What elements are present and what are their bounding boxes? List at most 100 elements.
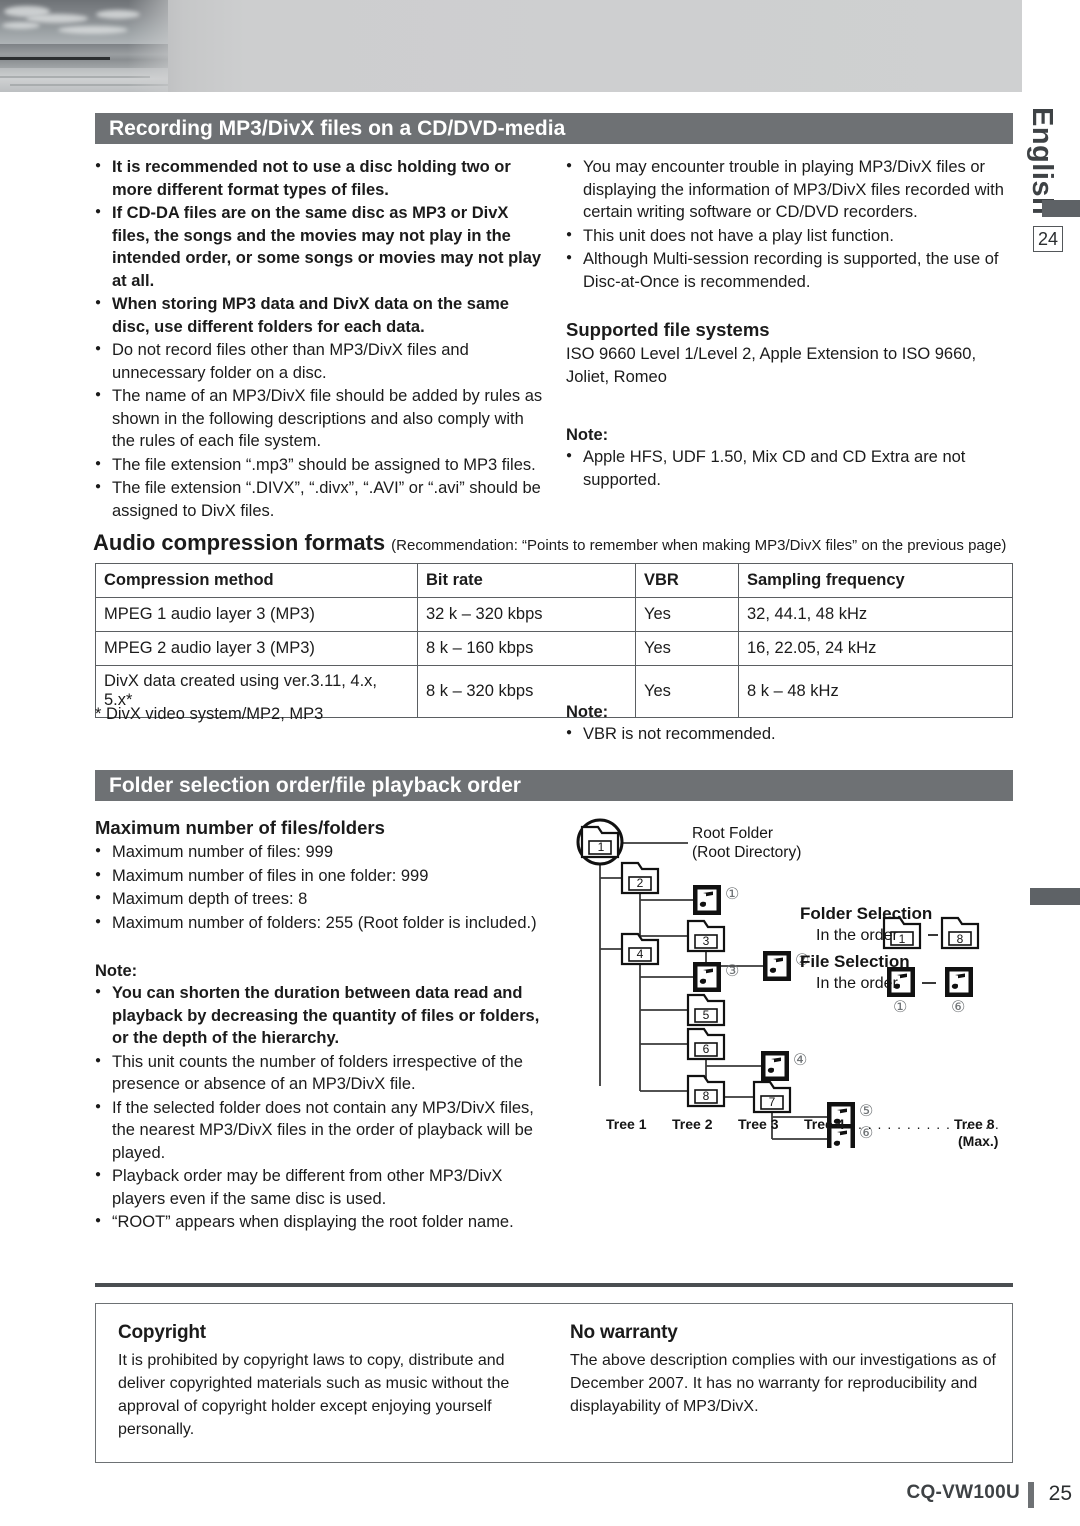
note-bullet-item: You can shorten the duration between dat… [95, 981, 547, 1050]
bullet-item: Maximum depth of trees: 8 [95, 887, 547, 911]
note-label: Note: [566, 703, 609, 721]
warranty-block: No warranty The above description compli… [570, 1322, 1000, 1418]
table-header-row: Compression method Bit rate VBR Sampling fr… [95, 563, 1013, 598]
file-number-1: ① [725, 886, 740, 903]
bullet-item: Maximum number of files: 999 [95, 840, 547, 864]
table-row: MPEG 1 audio layer 3 (MP3) 32 k – 320 kbp… [95, 597, 1013, 632]
copyright-block: Copyright It is prohibited by copyright … [118, 1322, 538, 1441]
note-bullet-item: If the selected folder does not contain … [95, 1096, 547, 1165]
model-number: CQ-VW100U [906, 1482, 1020, 1503]
max-files-block: Maximum number of files/folders Maximum … [95, 816, 547, 935]
supported-file-systems-text: ISO 9660 Level 1/Level 2, Apple Extensio… [566, 345, 977, 386]
bullet-item: It is recommended not to use a disc hold… [95, 155, 543, 201]
bullet-item: The file extension “.mp3” should be assi… [95, 453, 543, 477]
bullet-item: You may encounter trouble in playing MP3… [566, 155, 1014, 224]
folder-selection-from: 1 [898, 932, 906, 946]
bullet-item: Maximum number of files in one folder: 9… [95, 864, 547, 888]
recording-note-block: Note: Apple HFS, UDF 1.50, Mix CD and CD… [566, 424, 1014, 492]
folder-number-5: 5 [702, 1008, 710, 1022]
tree-label-8: Tree 8 [954, 1116, 995, 1132]
tree-label-3: Tree 3 [738, 1116, 779, 1132]
folder-selection-text: In the order [816, 927, 898, 944]
folder-order-note-bullets: You can shorten the duration between dat… [95, 981, 547, 1234]
file-number-3: ③ [725, 963, 740, 980]
document-page: English 24 Recording MP3/DivX files on a… [0, 0, 1080, 1526]
file-selection-from: ① [893, 999, 908, 1016]
bullet-item: This unit does not have a play list func… [566, 224, 1014, 248]
bullet-item: When storing MP3 data and DivX data on t… [95, 292, 543, 338]
recording-left-bullets: It is recommended not to use a disc hold… [95, 155, 543, 522]
cloud-shape [2, 22, 40, 29]
cloud-shape [58, 26, 128, 34]
folder-number-3: 3 [702, 934, 710, 948]
audio-formats-table: Compression method Bit rate VBR Sampling fr… [95, 563, 1013, 718]
footer-separator [1028, 1482, 1034, 1508]
tree-max-label: (Max.) [958, 1133, 999, 1149]
note-label: Note: [566, 426, 609, 444]
folder-selection-to: 8 [956, 932, 964, 946]
tree-label-2: Tree 2 [672, 1116, 713, 1132]
table-cell: Yes [635, 597, 739, 632]
tree-svg [576, 818, 980, 1148]
file-selection-heading: File Selection [800, 952, 910, 971]
folder-number-7: 7 [768, 1095, 776, 1109]
horizon-line [0, 57, 110, 60]
bullet-item: Although Multi-session recording is supp… [566, 247, 1014, 293]
chapter-page-number: 24 [1033, 226, 1063, 252]
root-folder-label-line2: (Root Directory) [692, 844, 802, 861]
tree-label-1: Tree 1 [606, 1116, 647, 1132]
header-banner [0, 0, 1022, 92]
table-cell: 16, 22.05, 24 kHz [738, 631, 1013, 666]
bullet-item: The file extension “.DIVX”, “.divx”, “.A… [95, 476, 543, 522]
root-folder-label-line1: Root Folder [692, 825, 773, 842]
note-bullet-item: VBR is not recommended. [566, 722, 996, 746]
note-label: Note: [95, 962, 138, 980]
table-cell: MPEG 1 audio layer 3 (MP3) [95, 597, 418, 632]
folder-tree-diagram: 1 2 3 4 5 6 7 8 ① ② ③ ④ ⑤ ⑥ Root Folder … [566, 818, 1022, 1149]
folder-order-note-block: Note: You can shorten the duration betwe… [95, 960, 547, 1235]
bullet-item: If CD-DA files are on the same disc as M… [95, 201, 543, 292]
seascape-photo [0, 0, 168, 92]
table-cell: 32 k – 320 kbps [417, 597, 636, 632]
section-divider [95, 1283, 1013, 1287]
folder-selection-heading: Folder Selection [800, 904, 933, 923]
legal-box: Copyright It is prohibited by copyright … [95, 1303, 1013, 1463]
note-bullet-item: Playback order may be different from oth… [95, 1164, 547, 1210]
table-cell: MPEG 2 audio layer 3 (MP3) [95, 631, 418, 666]
table-column-header: VBR [635, 563, 739, 598]
chapter-tab-marker [1042, 200, 1080, 217]
table-cell: 8 k – 160 kbps [417, 631, 636, 666]
bullet-item: Do not record files other than MP3/DivX … [95, 338, 543, 384]
table-cell: Yes [635, 631, 739, 666]
audio-formats-note-bullets: VBR is not recommended. [566, 722, 996, 746]
folder-number-6: 6 [702, 1042, 710, 1056]
audio-formats-heading: Audio compression formats [93, 530, 386, 555]
note-bullet-item: Apple HFS, UDF 1.50, Mix CD and CD Extra… [566, 445, 1014, 491]
max-files-bullets: Maximum number of files: 999Maximum numb… [95, 840, 547, 935]
table-column-header: Sampling frequency [738, 563, 1013, 598]
warranty-heading: No warranty [570, 1322, 678, 1343]
copyright-heading: Copyright [118, 1322, 206, 1343]
copyright-body: It is prohibited by copyright laws to co… [118, 1352, 510, 1438]
supported-file-systems-heading: Supported file systems [566, 319, 770, 340]
table-row: MPEG 2 audio layer 3 (MP3) 8 k – 160 kbps… [95, 631, 1013, 666]
recording-left-column: It is recommended not to use a disc hold… [95, 155, 543, 523]
file-selection-text: In the order [816, 975, 898, 992]
folder-number-1: 1 [597, 840, 605, 854]
recording-right-column: You may encounter trouble in playing MP3… [566, 155, 1014, 294]
table-body: MPEG 1 audio layer 3 (MP3) 32 k – 320 kbp… [95, 597, 1013, 718]
section-header-recording: Recording MP3/DivX files on a CD/DVD-med… [95, 113, 1013, 144]
supported-file-systems-block: Supported file systems ISO 9660 Level 1/… [566, 318, 1014, 388]
audio-formats-footnote: * DivX video system/MP2, MP3 [95, 705, 324, 723]
cloud-shape [26, 14, 88, 23]
section-header-folder-order: Folder selection order/file playback ord… [95, 770, 1013, 801]
page-number: 25 [1048, 1482, 1072, 1505]
bullet-item: The name of an MP3/DivX file should be a… [95, 384, 543, 453]
bullet-item: Maximum number of folders: 255 (Root fol… [95, 911, 547, 935]
audio-formats-heading-row: Audio compression formats (Recommendation… [93, 530, 1018, 556]
table-cell: 32, 44.1, 48 kHz [738, 597, 1013, 632]
note-bullet-item: “ROOT” appears when displaying the root … [95, 1210, 547, 1234]
recording-note-bullets: Apple HFS, UDF 1.50, Mix CD and CD Extra… [566, 445, 1014, 491]
file-selection-to: ⑥ [951, 999, 966, 1016]
audio-formats-note-block: Note: VBR is not recommended. [566, 701, 996, 747]
